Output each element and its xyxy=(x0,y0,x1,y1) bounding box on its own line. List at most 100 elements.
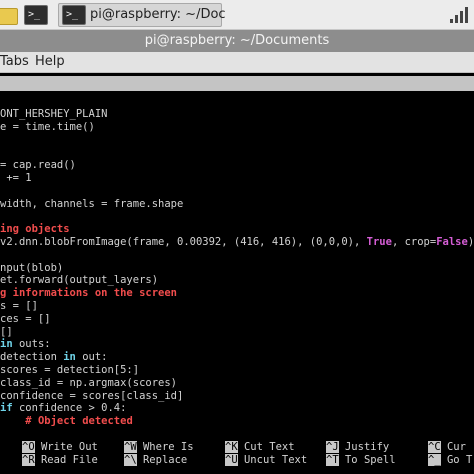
shortcut-to-spell: ^T To Spell xyxy=(326,454,396,467)
shortcut-key: ^J xyxy=(326,441,339,453)
code-line: += 1 xyxy=(0,172,474,185)
code-token: s = [] xyxy=(0,299,38,312)
code-line: scores = detection[5:] xyxy=(0,364,474,377)
code-line: g informations on the screen xyxy=(0,287,474,300)
shortcut-key: ^K xyxy=(225,441,238,453)
menu-tabs[interactable]: Tabs xyxy=(0,52,29,72)
code-token: ONT_HERSHEY_PLAIN xyxy=(0,108,108,120)
code-line: ONT_HERSHEY_PLAIN xyxy=(0,108,474,121)
code-line: ces = [] xyxy=(0,313,474,326)
code-editor[interactable]: ONT_HERSHEY_PLAIN e = time.time() = cap.re… xyxy=(0,108,474,428)
code-token-highlighted: in xyxy=(0,338,13,351)
code-token-highlighted: True xyxy=(366,235,392,248)
nano-version: .2 xyxy=(0,92,13,104)
taskbar-window-label: pi@raspberry: ~/Doc xyxy=(90,7,226,22)
terminal-icon: >_ xyxy=(24,5,48,25)
shortcut-label: Cut Text xyxy=(237,441,295,453)
code-token: ces = [] xyxy=(0,312,51,325)
shortcut-replace: ^\ Replace xyxy=(124,454,187,467)
code-token: class_id = np.argmax(scores) xyxy=(0,376,178,389)
file-manager-launcher[interactable] xyxy=(0,3,18,27)
window-title: pi@raspberry: ~/Documents xyxy=(0,30,474,52)
terminal-area[interactable]: .2 real_time_yolo.py ONT_HERSHEY_PLAIN e … xyxy=(0,73,474,474)
code-line: confidence = scores[class_id] xyxy=(0,390,474,403)
shortcut-label: Write Out xyxy=(34,441,98,453)
shortcut-key: ^O xyxy=(22,441,35,453)
code-token: , crop= xyxy=(391,235,437,248)
shortcut-key: ^_ xyxy=(428,454,441,466)
code-token-highlighted: # Object detected xyxy=(25,415,133,428)
shortcut-label: Replace xyxy=(136,454,188,466)
shortcut-key: ^\ xyxy=(124,454,137,466)
shortcut-write-out: ^O Write Out xyxy=(22,441,98,454)
code-line: = cap.read() xyxy=(0,159,474,172)
code-token: detection xyxy=(0,351,64,364)
code-line: detection in out: xyxy=(0,351,474,364)
code-token-highlighted: ing objects xyxy=(0,223,70,236)
code-line: class_id = np.argmax(scores) xyxy=(0,377,474,390)
code-token: et.forward(output_layers) xyxy=(0,274,159,287)
code-token: out: xyxy=(75,351,108,364)
code-line: v2.dnn.blobFromImage(frame, 0.00392, (41… xyxy=(0,236,474,249)
code-token-highlighted: if xyxy=(0,402,13,415)
shortcut-cur: ^C Cur xyxy=(428,441,466,454)
code-token: confidence = scores[class_id] xyxy=(0,389,184,402)
code-token: [] xyxy=(0,325,13,338)
shortcut-key: ^R xyxy=(22,454,35,466)
shortcut-key: ^W xyxy=(124,441,137,453)
shortcut-label: To Spell xyxy=(338,454,396,466)
nano-title-bar: .2 real_time_yolo.py xyxy=(0,76,474,119)
shortcut-justify: ^J Justify xyxy=(326,441,389,454)
taskbar-window-button[interactable]: >_ pi@raspberry: ~/Doc xyxy=(58,3,226,27)
code-line: width, channels = frame.shape xyxy=(0,198,474,211)
terminal-launcher[interactable]: >_ xyxy=(24,3,52,27)
shortcut-uncut-text: ^U Uncut Text xyxy=(225,454,307,467)
shortcut-label: Read File xyxy=(34,454,98,466)
shortcut-key: ^T xyxy=(326,454,339,466)
shortcut-label: Go T xyxy=(440,454,473,466)
taskbar: >_ >_ pi@raspberry: ~/Doc xyxy=(0,0,474,30)
code-line: et.forward(output_layers) xyxy=(0,274,474,287)
code-token: += 1 xyxy=(0,171,32,184)
code-token-highlighted: False xyxy=(436,235,468,248)
code-token: scores = detection[5:] xyxy=(0,363,140,376)
code-token: ) xyxy=(467,235,474,248)
terminal-icon: >_ xyxy=(62,5,86,25)
shortcut-read-file: ^R Read File xyxy=(22,454,98,467)
code-line: e = time.time() xyxy=(0,121,474,134)
code-token: confidence > 0.4: xyxy=(12,402,127,415)
code-token: e = time.time() xyxy=(0,120,95,133)
code-token: nput(blob) xyxy=(0,261,64,274)
code-line: ing objects xyxy=(0,223,474,236)
code-line: # Object detected xyxy=(0,415,474,428)
menu-help[interactable]: Help xyxy=(35,52,65,72)
code-token: = cap.read() xyxy=(0,159,76,172)
shortcut-where-is: ^W Where Is xyxy=(124,441,194,454)
code-token: v2.dnn.blobFromImage(frame, 0.00392, (41… xyxy=(0,235,367,248)
network-icon[interactable] xyxy=(450,5,468,25)
shortcut-label: Justify xyxy=(338,441,390,453)
code-token: outs: xyxy=(12,338,51,351)
code-token-highlighted: g informations on the screen xyxy=(0,287,178,300)
folder-icon xyxy=(0,8,18,25)
shortcut-label: Uncut Text xyxy=(237,454,308,466)
shortcut-label: Where Is xyxy=(136,441,194,453)
menu-bar: Tabs Help xyxy=(0,52,474,73)
shortcut-key: ^C xyxy=(428,441,441,453)
shortcut-key: ^U xyxy=(225,454,238,466)
shortcut-label: Cur xyxy=(440,441,466,453)
shortcut-cut-text: ^K Cut Text xyxy=(225,441,295,454)
code-line: if confidence > 0.4: xyxy=(0,402,474,415)
nano-shortcut-bar: ^O Write Out ^W Where Is ^K Cut Text ^J Jus… xyxy=(0,441,474,471)
code-token-highlighted: in xyxy=(63,351,76,364)
code-line: [] xyxy=(0,326,474,339)
code-line: nput(blob) xyxy=(0,262,474,275)
code-token: width, channels = frame.shape xyxy=(0,197,184,210)
shortcut-go-t: ^_ Go T xyxy=(428,454,472,467)
